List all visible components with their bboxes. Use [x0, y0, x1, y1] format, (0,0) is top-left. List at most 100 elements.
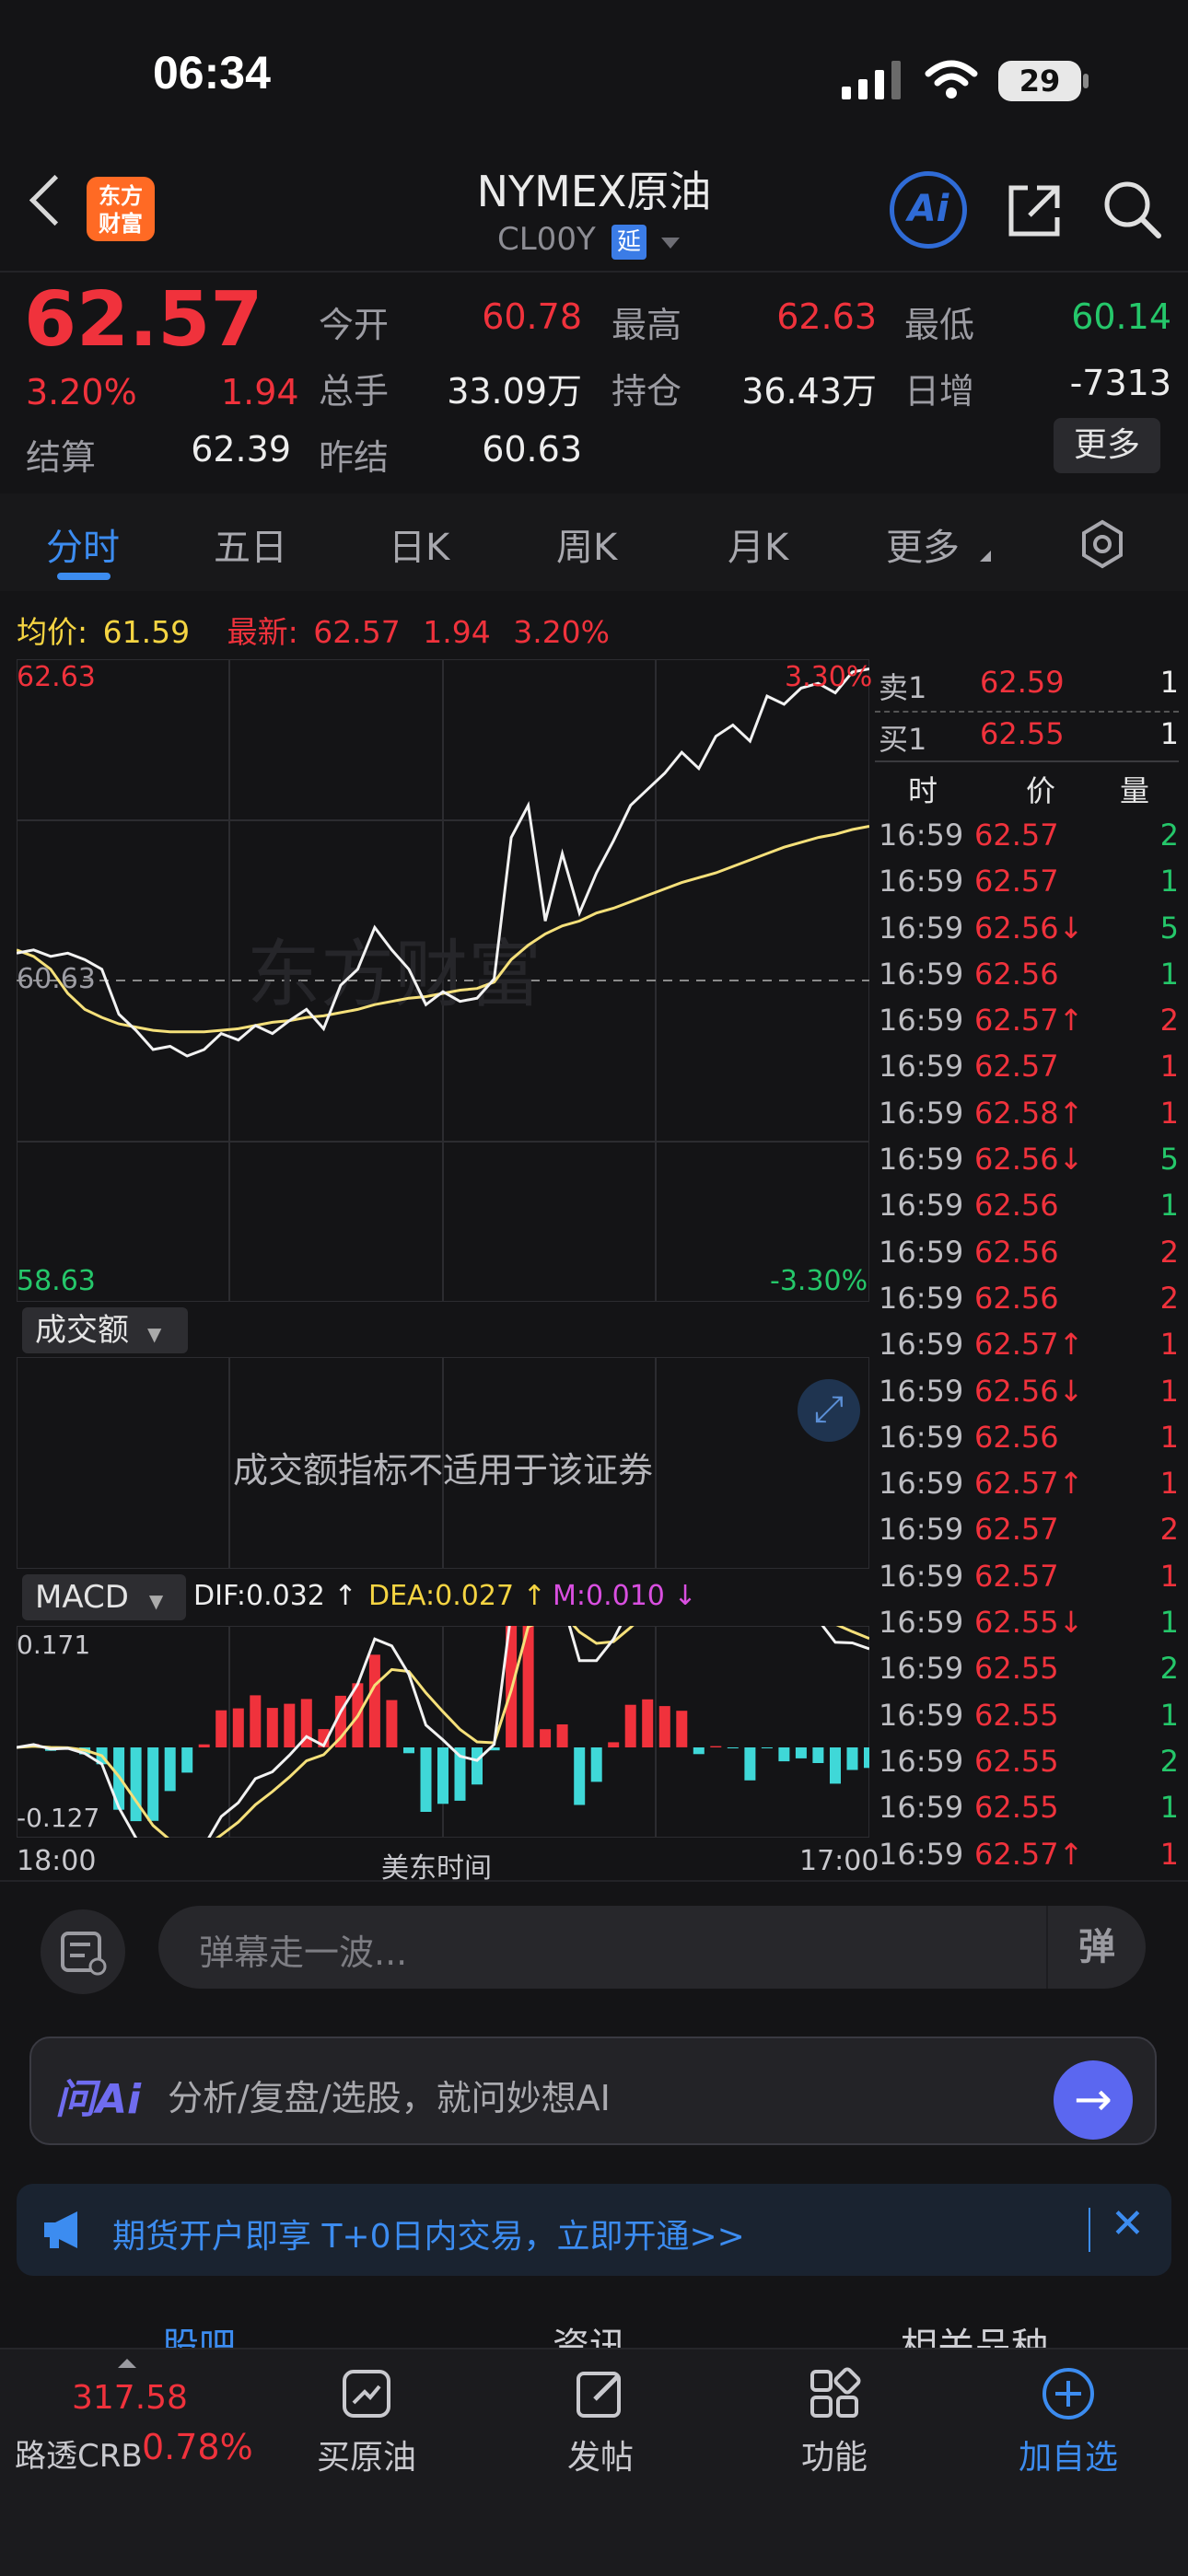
promo-notice[interactable]: 期货开户即享 T+0日内交易，立即开通>> ✕	[17, 2184, 1171, 2276]
tab-daily-k[interactable]: 日K	[389, 517, 449, 571]
ai-submit-button[interactable]: →	[1054, 2060, 1133, 2140]
macd-selector[interactable]: MACD ▼	[22, 1574, 186, 1620]
trade-row: 16:59 62.57 1	[879, 1043, 1179, 1089]
last-price: 62.57	[24, 276, 263, 364]
trade-volume: 1	[1159, 1558, 1179, 1594]
trade-price: 62.57	[974, 1049, 1059, 1085]
trade-volume: 1	[1159, 1373, 1179, 1409]
macd-bar	[727, 1747, 739, 1748]
macd-bar	[693, 1747, 705, 1755]
index-ticker[interactable]: 317.58 路透CRB 0.78%	[0, 2350, 258, 2488]
tab-weekly-k[interactable]: 周K	[556, 517, 617, 571]
sub-tabs: 股吧 资讯 相关品种	[0, 2292, 1188, 2351]
volume-selector[interactable]: 成交额 ▼	[22, 1307, 188, 1353]
trade-volume: 1	[1159, 1327, 1179, 1363]
ai-search-bar[interactable]: 问Ai 分析/复盘/选股，就问妙想AI →	[29, 2036, 1157, 2145]
trade-volume: 2	[1159, 1280, 1179, 1316]
trade-list-header: 时 价 量	[875, 760, 1179, 814]
sub-tab-news[interactable]: 资讯	[553, 2316, 626, 2351]
avg-value: 61.59	[102, 614, 191, 650]
tab-intraday[interactable]: 分时	[46, 517, 120, 571]
volume-label: 总手	[319, 371, 390, 412]
nav-functions[interactable]: 功能	[763, 2350, 906, 2488]
promo-text: 期货开户即享 T+0日内交易，立即开通>>	[112, 2218, 745, 2256]
tab-five-day[interactable]: 五日	[214, 517, 287, 571]
trade-price: 62.56	[974, 956, 1059, 992]
tab-more[interactable]: 更多	[886, 517, 960, 571]
trade-row: 16:59 62.56↓ 5	[879, 1136, 1179, 1182]
search-icon[interactable]	[1101, 179, 1164, 241]
trade-time: 16:59	[879, 1419, 964, 1455]
trade-list[interactable]: 16:59 62.57 2 16:59 62.57 1 16:59 62.56↓ 5 16:59 6…	[879, 812, 1179, 1877]
settings-gear-icon[interactable]	[1077, 519, 1127, 569]
y-top-label: 62.63	[17, 661, 96, 693]
index-name: 路透CRB	[15, 2438, 143, 2475]
change-pct: 3.20%	[26, 372, 137, 412]
nav-add-watchlist[interactable]: 加自选	[996, 2350, 1140, 2488]
avg-label: 均价:	[17, 614, 88, 650]
edit-icon	[577, 2372, 621, 2418]
trade-time: 16:59	[879, 1280, 964, 1316]
tab-monthly-k[interactable]: 月K	[728, 517, 788, 571]
trade-volume: 2	[1159, 1234, 1179, 1270]
macd-bar	[744, 1747, 756, 1781]
ask-price: 62.59	[980, 665, 1065, 700]
contract-code[interactable]: CL00Y	[497, 221, 596, 258]
trade-time: 16:59	[879, 864, 964, 899]
danmu-input[interactable]: 弹幕走一波... 弹	[158, 1906, 1146, 1989]
index-pct: 0.78%	[142, 2427, 253, 2467]
macd-bar	[232, 1708, 244, 1747]
macd-bar	[642, 1699, 654, 1747]
nav-buy-oil[interactable]: 买原油	[295, 2350, 438, 2488]
macd-bar	[812, 1747, 824, 1763]
bid-label: 买1	[879, 722, 927, 757]
share-icon[interactable]	[1004, 180, 1065, 241]
signal-icon	[842, 61, 901, 99]
trade-time: 16:59	[879, 910, 964, 946]
sub-tab-forum[interactable]: 股吧	[162, 2316, 236, 2351]
trade-row: 16:59 62.56 2	[879, 1275, 1179, 1321]
trade-row: 16:59 62.55 2	[879, 1645, 1179, 1691]
macd-bar	[181, 1747, 193, 1773]
trade-time: 16:59	[879, 1003, 964, 1039]
trade-time: 16:59	[879, 1790, 964, 1826]
trade-volume: 1	[1159, 1188, 1179, 1224]
trade-time: 16:59	[879, 1512, 964, 1548]
battery-indicator: 29	[998, 61, 1081, 101]
settle-value: 62.39	[191, 429, 291, 470]
trade-row: 16:59 62.56 1	[879, 951, 1179, 997]
trade-time: 16:59	[879, 956, 964, 992]
trade-time: 16:59	[879, 1373, 964, 1409]
prev-settle-label: 昨结	[319, 437, 390, 478]
danmu-toggle-icon[interactable]	[41, 1909, 125, 1994]
bid-vol: 1	[1159, 716, 1179, 751]
trade-price: 62.57	[974, 1558, 1059, 1594]
danmu-placeholder: 弹幕走一波...	[199, 1932, 408, 1973]
nav-post[interactable]: 发帖	[529, 2350, 672, 2488]
trade-volume: 1	[1159, 1605, 1179, 1641]
macd-chart[interactable]	[17, 1626, 869, 1838]
high-label: 最高	[611, 305, 682, 345]
nav-add-watchlist-label: 加自选	[1018, 2439, 1118, 2477]
macd-bar	[437, 1747, 448, 1804]
trade-price: 62.56↓	[974, 1142, 1084, 1178]
plus-circle-icon	[1042, 2368, 1094, 2419]
macd-bar	[676, 1711, 688, 1747]
trade-row: 16:59 62.57 1	[879, 1553, 1179, 1599]
chevron-down-icon[interactable]	[661, 238, 680, 249]
chart-up-icon	[343, 2370, 390, 2418]
intraday-price-chart[interactable]: 东方财富	[17, 659, 869, 1302]
more-quote-button[interactable]: 更多	[1054, 418, 1160, 473]
trade-volume: 1	[1159, 1836, 1179, 1872]
close-icon[interactable]: ✕	[1111, 2200, 1145, 2247]
ai-button[interactable]: Ai	[890, 171, 967, 249]
chart-bottom-divider	[0, 1880, 1188, 1882]
change-value: 1.94	[221, 372, 299, 412]
trade-volume: 1	[1159, 1049, 1179, 1085]
sub-tab-related[interactable]: 相关品种	[901, 2316, 1048, 2351]
danmu-send-button[interactable]: 弹	[1046, 1906, 1146, 1989]
expand-icon[interactable]: ⤢	[798, 1379, 860, 1442]
bottom-nav: 317.58 路透CRB 0.78% 买原油 发帖 功能 加自选	[0, 2348, 1188, 2576]
volume-message: 成交额指标不适用于该证券	[232, 1450, 653, 1491]
latest-chg: 1.94	[423, 614, 491, 650]
